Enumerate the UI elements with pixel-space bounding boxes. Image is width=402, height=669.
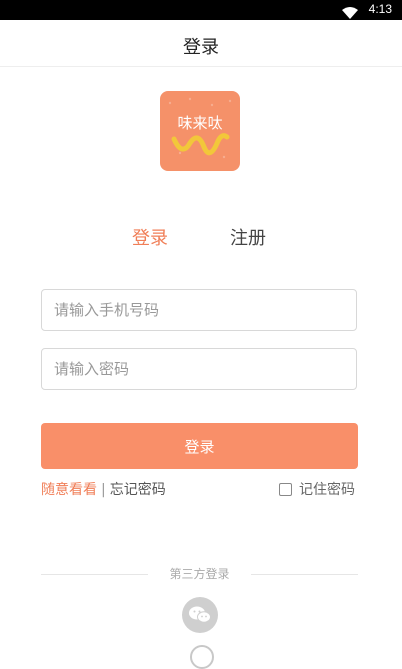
- third-party-divider: 第三方登录: [41, 565, 358, 583]
- password-input[interactable]: [42, 349, 356, 389]
- phone-input[interactable]: [42, 290, 356, 330]
- login-button[interactable]: 登录: [41, 423, 358, 469]
- link-separator: |: [101, 482, 106, 498]
- status-bar: 4:13: [0, 0, 402, 20]
- phone-field[interactable]: [41, 289, 357, 331]
- remember-password[interactable]: 记住密码: [279, 479, 355, 499]
- app-bar: 登录: [0, 20, 402, 67]
- remember-checkbox[interactable]: [279, 482, 292, 496]
- page-title: 登录: [183, 37, 219, 58]
- password-field[interactable]: [41, 348, 357, 390]
- forgot-password-link[interactable]: 忘记密码: [110, 482, 166, 498]
- auth-links: 随意看看 | 忘记密码: [41, 479, 166, 499]
- logo-text: 味来呔: [177, 114, 222, 132]
- tab-register[interactable]: 注册: [230, 224, 266, 250]
- app-logo-icon: 味来呔: [160, 91, 240, 171]
- auth-tabs: 登录 注册: [0, 224, 402, 254]
- wechat-icon[interactable]: [182, 597, 218, 633]
- remember-label: 记住密码: [299, 482, 355, 498]
- browse-link[interactable]: 随意看看: [41, 482, 97, 498]
- status-time: 4:13: [368, 2, 392, 16]
- divider-line-right: [251, 574, 358, 575]
- tab-login[interactable]: 登录: [132, 224, 168, 250]
- other-login-icon[interactable]: [190, 645, 214, 669]
